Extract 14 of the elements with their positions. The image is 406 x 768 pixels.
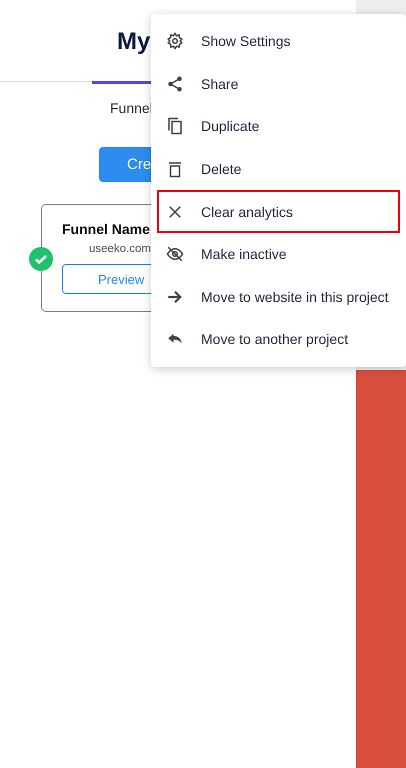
funnel-domain: useeko.com: [89, 243, 152, 255]
menu-item[interactable]: Delete: [157, 148, 400, 190]
trash-icon: [166, 160, 184, 178]
menu-item[interactable]: Duplicate: [157, 105, 400, 148]
share-icon: [166, 74, 184, 93]
menu-item[interactable]: Share: [157, 62, 400, 106]
funnel-name: Funnel Name: [62, 221, 150, 237]
gear-icon: [166, 32, 184, 50]
menu-item[interactable]: Move to another project: [157, 318, 400, 361]
menu-item[interactable]: Show Settings: [157, 20, 400, 63]
page-title: My: [117, 28, 150, 56]
menu-item[interactable]: Clear analytics: [157, 190, 400, 233]
copy-icon: [166, 117, 184, 136]
eye-off-icon: [166, 245, 184, 264]
